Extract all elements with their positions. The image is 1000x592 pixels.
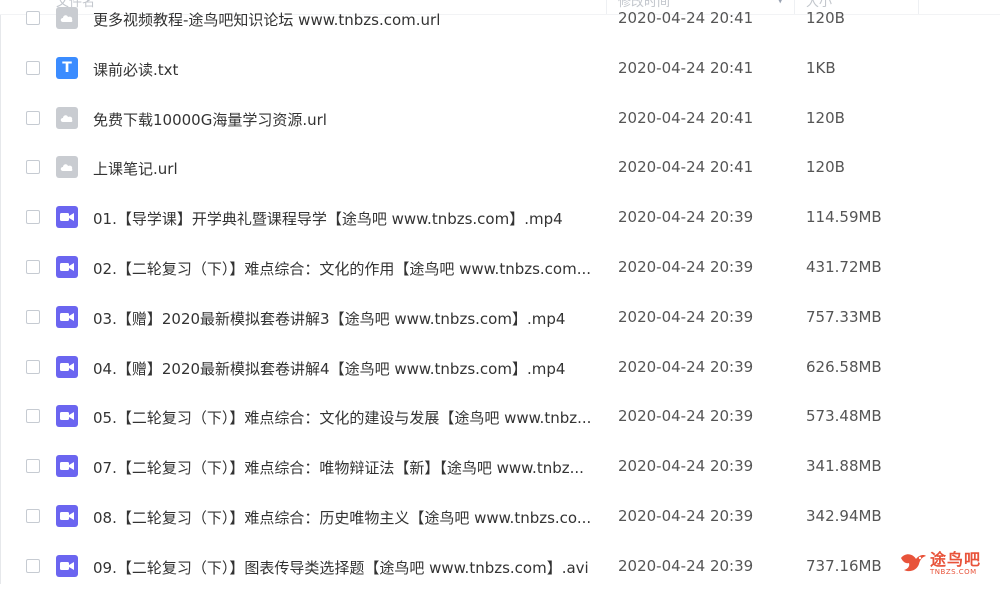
watermark-subtext: TNBZS.COM bbox=[930, 568, 977, 576]
link-file-icon bbox=[56, 7, 78, 29]
file-size: 757.33MB bbox=[806, 307, 882, 326]
file-modified: 2020-04-24 20:39 bbox=[618, 307, 754, 326]
file-size: 737.16MB bbox=[806, 556, 882, 575]
row-checkbox[interactable] bbox=[26, 210, 40, 225]
file-modified: 2020-04-24 20:39 bbox=[618, 357, 754, 376]
file-name[interactable]: 08.【二轮复习（下）】难点综合：历史唯物主义【途鸟吧 www.tnbzs.co… bbox=[93, 507, 598, 528]
file-row[interactable]: 01.【导学课】开学典礼暨课程导学【途鸟吧 www.tnbzs.com】.mp4… bbox=[0, 193, 1000, 243]
row-checkbox[interactable] bbox=[26, 160, 40, 175]
file-row[interactable]: 05.【二轮复习（下）】难点综合：文化的建设与发展【途鸟吧 www.tnbz..… bbox=[0, 392, 1000, 442]
file-modified: 2020-04-24 20:41 bbox=[618, 58, 754, 77]
file-name[interactable]: 01.【导学课】开学典礼暨课程导学【途鸟吧 www.tnbzs.com】.mp4 bbox=[93, 208, 598, 229]
file-modified: 2020-04-24 20:41 bbox=[618, 9, 754, 27]
video-file-icon bbox=[56, 206, 78, 229]
file-name[interactable]: 上课笔记.url bbox=[93, 158, 598, 179]
row-checkbox[interactable] bbox=[26, 260, 40, 274]
file-modified: 2020-04-24 20:41 bbox=[618, 108, 754, 127]
file-modified: 2020-04-24 20:39 bbox=[618, 457, 754, 476]
file-size: 120B bbox=[806, 108, 845, 127]
row-checkbox[interactable] bbox=[26, 359, 40, 374]
file-size: 626.58MB bbox=[806, 357, 882, 376]
file-name[interactable]: 09.【二轮复习（下）】图表传导类选择题【途鸟吧 www.tnbzs.com】.… bbox=[93, 557, 598, 578]
video-file-icon bbox=[56, 505, 78, 527]
link-file-icon bbox=[56, 156, 78, 179]
file-row[interactable]: 09.【二轮复习（下）】图表传导类选择题【途鸟吧 www.tnbzs.com】.… bbox=[0, 542, 1000, 592]
file-modified: 2020-04-24 20:39 bbox=[618, 556, 754, 575]
icon-letter: T bbox=[62, 59, 72, 76]
row-checkbox[interactable] bbox=[26, 11, 40, 25]
watermark-logo: 途鸟吧 TNBZS.COM bbox=[896, 544, 996, 580]
video-file-icon bbox=[56, 455, 78, 478]
row-checkbox[interactable] bbox=[26, 459, 40, 474]
file-row[interactable]: 免费下载10000G海量学习资源.url 2020-04-24 20:41 120B bbox=[0, 94, 1000, 144]
file-name[interactable]: 04.【赠】2020最新模拟套卷讲解4【途鸟吧 www.tnbzs.com】.m… bbox=[93, 358, 598, 379]
video-file-icon bbox=[56, 405, 78, 428]
file-name[interactable]: 02.【二轮复习（下）】难点综合：文化的作用【途鸟吧 www.tnbzs.com… bbox=[93, 258, 598, 279]
file-row[interactable]: 更多视频教程-途鸟吧知识论坛 www.tnbzs.com.url 2020-04-… bbox=[0, 0, 1000, 44]
file-size: 341.88MB bbox=[806, 457, 882, 476]
video-file-icon bbox=[56, 256, 78, 278]
file-name[interactable]: 03.【赠】2020最新模拟套卷讲解3【途鸟吧 www.tnbzs.com】.m… bbox=[93, 308, 598, 329]
file-row[interactable]: 08.【二轮复习（下）】难点综合：历史唯物主义【途鸟吧 www.tnbzs.co… bbox=[0, 492, 1000, 542]
row-checkbox[interactable] bbox=[26, 409, 40, 424]
row-checkbox[interactable] bbox=[26, 309, 40, 324]
video-file-icon bbox=[56, 355, 78, 378]
row-checkbox[interactable] bbox=[26, 509, 40, 523]
link-file-icon bbox=[56, 106, 78, 129]
file-size: 120B bbox=[806, 158, 845, 177]
file-name[interactable]: 免费下载10000G海量学习资源.url bbox=[93, 109, 598, 130]
row-checkbox[interactable] bbox=[26, 110, 40, 125]
file-size: 342.94MB bbox=[806, 507, 882, 525]
file-row[interactable]: 03.【赠】2020最新模拟套卷讲解3【途鸟吧 www.tnbzs.com】.m… bbox=[0, 293, 1000, 343]
video-file-icon bbox=[56, 554, 78, 577]
file-modified: 2020-04-24 20:39 bbox=[618, 208, 754, 227]
file-row[interactable]: 02.【二轮复习（下）】难点综合：文化的作用【途鸟吧 www.tnbzs.com… bbox=[0, 243, 1000, 293]
watermark-text: 途鸟吧 bbox=[930, 550, 982, 569]
file-name[interactable]: 课前必读.txt bbox=[93, 59, 598, 80]
file-modified: 2020-04-24 20:39 bbox=[618, 507, 754, 525]
file-name[interactable]: 更多视频教程-途鸟吧知识论坛 www.tnbzs.com.url bbox=[93, 9, 598, 30]
file-size: 114.59MB bbox=[806, 208, 882, 227]
file-modified: 2020-04-24 20:41 bbox=[618, 158, 754, 177]
file-size: 120B bbox=[806, 9, 845, 27]
file-row[interactable]: T 课前必读.txt 2020-04-24 20:41 1KB bbox=[0, 44, 1000, 94]
file-size: 573.48MB bbox=[806, 407, 882, 426]
file-row[interactable]: 07.【二轮复习（下）】难点综合：唯物辩证法【新】【途鸟吧 www.tnbz..… bbox=[0, 442, 1000, 492]
file-size: 431.72MB bbox=[806, 258, 882, 276]
video-file-icon bbox=[56, 305, 78, 328]
bird-logo-icon bbox=[901, 554, 926, 572]
file-size: 1KB bbox=[806, 58, 836, 77]
file-name[interactable]: 07.【二轮复习（下）】难点综合：唯物辩证法【新】【途鸟吧 www.tnbz..… bbox=[93, 457, 598, 478]
row-checkbox[interactable] bbox=[26, 558, 40, 573]
file-name[interactable]: 05.【二轮复习（下）】难点综合：文化的建设与发展【途鸟吧 www.tnbz..… bbox=[93, 407, 598, 428]
file-row[interactable]: 04.【赠】2020最新模拟套卷讲解4【途鸟吧 www.tnbzs.com】.m… bbox=[0, 343, 1000, 393]
row-checkbox[interactable] bbox=[26, 60, 40, 75]
file-row[interactable]: 上课笔记.url 2020-04-24 20:41 120B bbox=[0, 143, 1000, 193]
file-modified: 2020-04-24 20:39 bbox=[618, 258, 754, 276]
text-file-icon: T bbox=[56, 56, 78, 79]
file-modified: 2020-04-24 20:39 bbox=[618, 407, 754, 426]
